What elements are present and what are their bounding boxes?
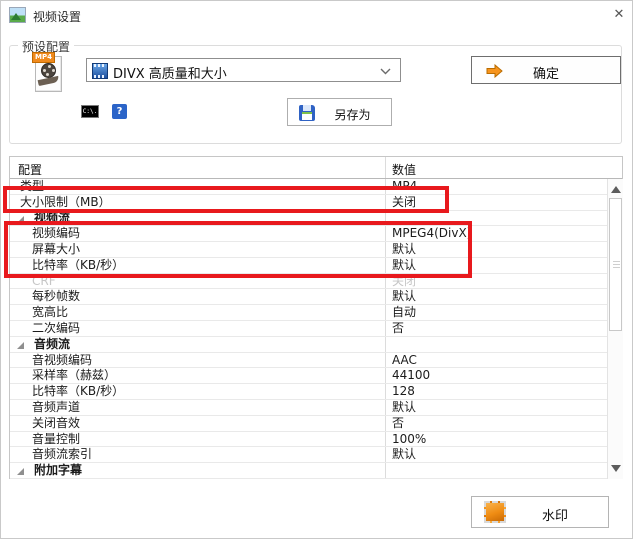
row-label: 音量控制 <box>32 431 81 446</box>
table-header: 配置 数值 <box>10 157 622 179</box>
row-value: MP4 <box>392 179 418 193</box>
row-value: 默认 <box>392 447 417 462</box>
video-settings-dialog: 视频设置 ✕ 预设配置 MP4 DIVX 高质量和大小 确定 C:\. ? 另存… <box>0 0 633 539</box>
filmstrip-icon <box>92 63 108 79</box>
scrollbar[interactable] <box>607 179 623 479</box>
row-label: 视频流 <box>34 210 71 225</box>
row-label: 附加字幕 <box>34 463 83 478</box>
save-as-label: 另存为 <box>334 108 371 122</box>
row-label: 屏幕大小 <box>32 242 81 257</box>
row-label: 类型 <box>20 179 45 193</box>
table-row[interactable]: 屏幕大小 默认 <box>10 242 607 258</box>
mp4-file-icon: MP4 <box>32 52 65 93</box>
row-label: 大小限制（MB） <box>20 194 111 209</box>
table-row[interactable]: 音频流索引 默认 <box>10 447 607 464</box>
table-row[interactable]: 采样率（赫兹） 44100 <box>10 368 607 385</box>
settings-table: 配置 数值 类型 MP4 大小限制（MB） 关闭 视频流 视频编码 MPEG4(DivX) 屏… <box>9 156 623 479</box>
table-rows: 类型 MP4 大小限制（MB） 关闭 视频流 视频编码 MPEG4(DivX) 屏幕大小 默认比… <box>10 179 607 479</box>
app-icon <box>9 7 26 23</box>
table-row[interactable]: 音频声道 默认 <box>10 400 607 416</box>
row-value: 默认 <box>392 242 417 257</box>
table-row[interactable]: 音量控制 100% <box>10 432 607 448</box>
table-row[interactable]: 音视频编码 AAC <box>10 353 607 369</box>
row-label: 音频流 <box>34 336 71 351</box>
row-label: 每秒帧数 <box>32 289 81 304</box>
row-value: 关闭 <box>392 273 417 288</box>
row-value: 默认 <box>392 257 417 272</box>
scrollbar-down-icon[interactable] <box>611 465 621 472</box>
table-row[interactable]: 二次编码 否 <box>10 321 607 337</box>
mp4-badge: MP4 <box>32 52 55 63</box>
row-label: 比特率（KB/秒） <box>32 384 125 399</box>
table-row[interactable]: 关闭音效 否 <box>10 416 607 432</box>
table-row[interactable]: 大小限制（MB） 关闭 <box>10 195 607 211</box>
row-label: 关闭音效 <box>32 415 81 430</box>
row-value: 默认 <box>392 289 417 304</box>
row-value: 100% <box>392 431 427 446</box>
row-value: AAC <box>392 352 417 367</box>
save-as-button[interactable]: 另存为 <box>287 98 392 126</box>
table-row[interactable]: 类型 MP4 <box>10 179 607 195</box>
row-value: 自动 <box>392 305 417 320</box>
floppy-disk-icon <box>299 105 315 121</box>
value-column-header: 数值 <box>392 163 417 177</box>
preset-dropdown-value: DIVX 高质量和大小 <box>113 67 227 82</box>
preset-dropdown[interactable]: DIVX 高质量和大小 <box>86 58 401 82</box>
row-value: 128 <box>392 384 415 399</box>
command-line-icon[interactable]: C:\. <box>81 105 99 118</box>
row-label: 音视频编码 <box>32 352 93 367</box>
row-label: 比特率（KB/秒） <box>32 257 125 272</box>
row-value: 否 <box>392 321 405 336</box>
chevron-down-icon <box>380 68 391 75</box>
row-label: 二次编码 <box>32 321 81 336</box>
row-label: CRF <box>32 273 56 288</box>
help-icon[interactable]: ? <box>112 104 127 119</box>
row-label: 视频编码 <box>32 226 81 241</box>
watermark-label: 水印 <box>541 509 568 524</box>
table-row[interactable]: 宽高比 自动 <box>10 305 607 322</box>
row-label: 宽高比 <box>32 305 69 320</box>
collapse-triangle-icon[interactable] <box>17 468 24 476</box>
collapse-triangle-icon[interactable] <box>17 341 24 349</box>
table-row[interactable]: 每秒帧数 默认 <box>10 289 607 306</box>
table-row[interactable]: 视频编码 MPEG4(DivX) <box>10 226 607 243</box>
close-icon[interactable]: ✕ <box>609 5 629 25</box>
row-value: 否 <box>392 415 405 430</box>
scrollbar-thumb[interactable] <box>609 198 622 331</box>
row-value: 关闭 <box>392 194 417 209</box>
row-label: 音频声道 <box>32 399 81 414</box>
scrollbar-up-icon[interactable] <box>611 186 621 193</box>
row-value: 44100 <box>392 368 431 383</box>
ok-button-label: 确定 <box>532 67 559 82</box>
table-section-row[interactable]: 音频流 <box>10 337 607 353</box>
row-label: 音频流索引 <box>32 447 93 462</box>
row-value: 默认 <box>392 399 417 414</box>
watermark-button[interactable]: 水印 <box>471 496 609 528</box>
title-bar: 视频设置 ✕ <box>1 1 632 29</box>
window-title: 视频设置 <box>33 10 82 24</box>
config-column-header: 配置 <box>18 163 43 177</box>
table-row[interactable]: CRF 关闭 <box>10 274 607 290</box>
row-value: MPEG4(DivX) <box>392 226 472 241</box>
table-section-row[interactable]: 视频流 <box>10 211 607 227</box>
row-label: 采样率（赫兹） <box>32 368 117 383</box>
table-section-row[interactable]: 附加字幕 <box>10 463 607 479</box>
table-row[interactable]: 比特率（KB/秒） 默认 <box>10 258 607 274</box>
ok-button[interactable]: 确定 <box>471 56 621 84</box>
collapse-triangle-icon[interactable] <box>17 215 24 223</box>
table-row[interactable]: 比特率（KB/秒） 128 <box>10 384 607 400</box>
